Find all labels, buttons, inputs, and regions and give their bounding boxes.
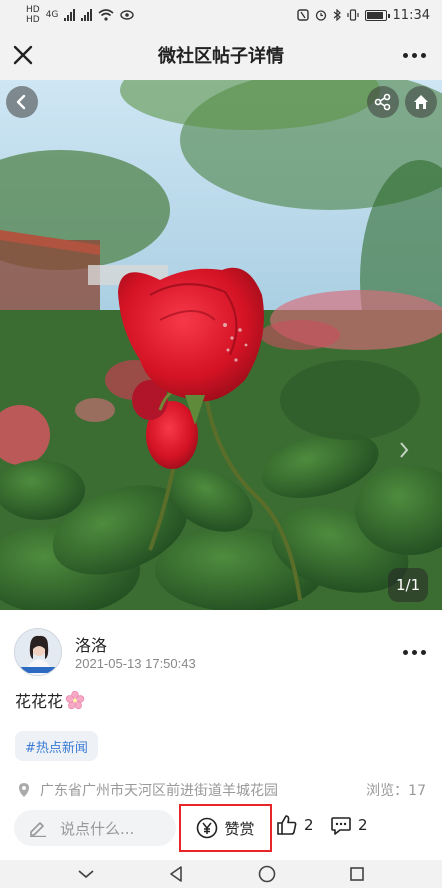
post-photo[interactable]: 1/1	[0, 80, 442, 610]
location-pin-icon	[19, 783, 29, 797]
wifi-icon	[98, 9, 114, 21]
nav-bar: 微社区帖子详情	[0, 30, 442, 80]
avatar[interactable]	[14, 628, 62, 676]
like-count: 2	[304, 816, 314, 834]
location-text: 广东省广州市天河区前进街道羊城花园	[40, 783, 278, 799]
comment-placeholder: 说点什么...	[60, 819, 135, 838]
post-content: 花花花	[15, 688, 85, 712]
sim2-label: HD	[26, 14, 40, 25]
yen-coin-icon	[197, 817, 218, 839]
nav-back-icon[interactable]	[168, 865, 184, 883]
post-content-text: 花花花	[15, 692, 64, 711]
signal1-icon	[64, 9, 76, 21]
signal2-icon	[81, 9, 93, 21]
reward-label: 赞赏	[224, 819, 255, 838]
rose-photo-illustration	[0, 80, 442, 610]
sim1-label: HD	[26, 4, 40, 15]
status-right: 11:34	[296, 7, 430, 23]
pencil-icon	[30, 822, 46, 837]
post-more-icon[interactable]	[403, 650, 426, 655]
share-button[interactable]	[367, 86, 399, 118]
nav-recents-icon[interactable]	[349, 866, 365, 882]
next-image-icon[interactable]	[398, 440, 410, 460]
back-icon	[16, 94, 26, 110]
home-button[interactable]	[405, 86, 437, 118]
vibrate-icon	[346, 9, 359, 21]
avatar-portrait-icon	[15, 629, 61, 675]
nfc-icon	[296, 9, 309, 21]
status-time: 11:34	[392, 7, 430, 23]
close-icon[interactable]	[10, 42, 36, 68]
home-icon	[414, 95, 428, 109]
nav-home-icon[interactable]	[258, 865, 276, 883]
sim-indicators: HD HD	[26, 4, 40, 25]
system-nav-bar	[0, 860, 442, 888]
comment-input[interactable]: 说点什么...	[14, 810, 176, 846]
comment-bubble-icon	[331, 817, 351, 835]
network-label: 4G	[45, 9, 59, 20]
like-button[interactable]: 2	[276, 814, 314, 836]
more-icon[interactable]	[403, 42, 426, 68]
post-time: 2021-05-13 17:50:43	[75, 656, 196, 671]
bluetooth-icon	[333, 9, 341, 21]
battery-icon	[364, 9, 390, 21]
back-button[interactable]	[6, 86, 38, 118]
comment-count: 2	[358, 816, 368, 834]
view-count: 浏览：17	[366, 783, 426, 799]
alarm-icon	[315, 10, 326, 21]
eye-icon	[120, 10, 135, 20]
page-title: 微社区帖子详情	[158, 46, 284, 67]
nav-collapse-icon[interactable]	[77, 869, 95, 879]
image-counter: 1/1	[388, 568, 429, 602]
thumbs-up-icon	[277, 815, 297, 835]
hashtag-chip[interactable]: #热点新闻	[15, 731, 98, 761]
author-name[interactable]: 洛洛	[75, 632, 107, 656]
reward-button[interactable]: 赞赏	[179, 804, 272, 852]
status-left: HD HD 4G	[26, 4, 135, 25]
location-row: 广东省广州市天河区前进街道羊城花园 浏览：17	[18, 780, 426, 800]
status-bar: HD HD 4G 11:34	[0, 0, 442, 30]
cherry-blossom-icon	[65, 690, 85, 710]
comment-button[interactable]: 2	[330, 814, 368, 836]
share-icon	[374, 93, 391, 111]
